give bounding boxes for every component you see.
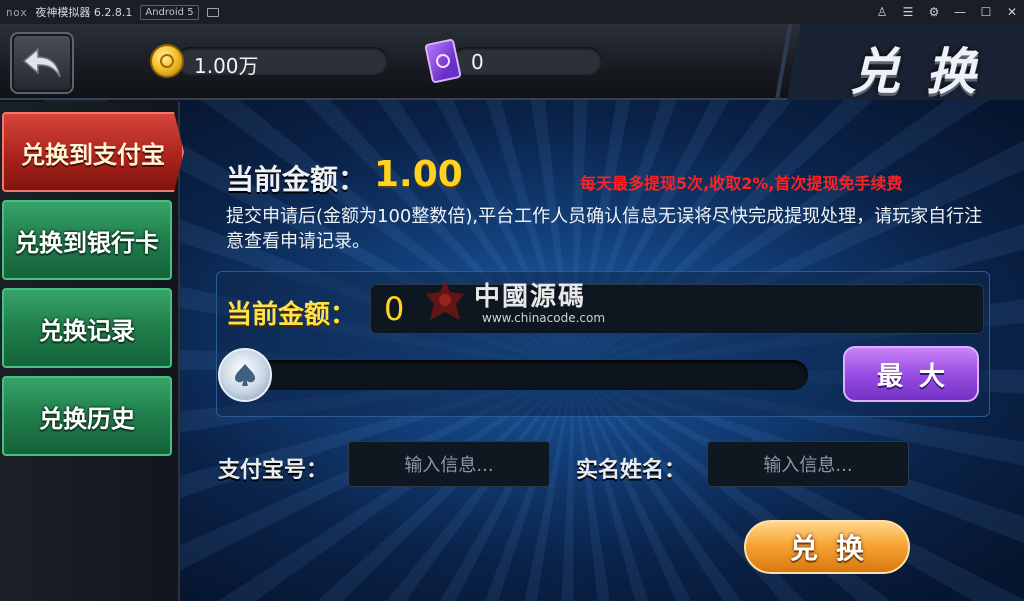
amount-slider-track[interactable] (236, 360, 808, 390)
amount-slider-knob[interactable] (218, 348, 272, 402)
withdraw-notice: 每天最多提现5次,收取2%,首次提现免手续费 (580, 174, 903, 193)
back-button[interactable] (10, 32, 74, 94)
watermark-text: 中國源碼 (474, 282, 587, 312)
close-icon[interactable]: ✕ (1006, 5, 1018, 19)
android-version-badge: Android 5 (140, 4, 199, 20)
top-header: 1.00万 0 兑换 (0, 24, 1024, 101)
emulator-title: 夜神模拟器 6.2.8.1 (35, 6, 133, 19)
shirt-icon[interactable]: ♙ (876, 5, 888, 19)
spade-icon (235, 364, 255, 386)
emulator-logo: nox (6, 5, 28, 19)
current-amount-label: 当前金额： (226, 163, 367, 196)
tab-exchange-alipay[interactable]: 兑换到支付宝 (2, 112, 184, 192)
watermark-url: www.chinacode.com (482, 311, 606, 325)
real-name-input[interactable]: 输入信息... (707, 441, 909, 487)
room-card-amount: 0 (471, 50, 484, 74)
gold-coin-icon (150, 44, 184, 78)
game-screen: 1.00万 0 兑换 兑换到支付宝 兑换到银行卡 兑换记录 兑换历史 当前金额：… (0, 24, 1024, 601)
real-name-label: 实名姓名： (576, 458, 687, 483)
room-card-icon (424, 38, 462, 84)
tab-exchange-history[interactable]: 兑换历史 (2, 376, 172, 456)
alipay-account-input[interactable]: 输入信息... (348, 441, 550, 487)
gear-icon[interactable]: ⚙ (928, 5, 940, 19)
window-controls: ♙ ☰ ⚙ — ☐ ✕ (876, 0, 1018, 24)
gold-amount: 1.00万 (194, 54, 259, 78)
current-amount-value: 1.00 (374, 154, 463, 195)
max-button[interactable]: 最大 (843, 346, 979, 402)
maximize-icon[interactable]: ☐ (980, 5, 992, 19)
description-text: 提交申请后(金额为100整数倍),平台工作人员确认信息无误将尽快完成提现处理，请… (226, 206, 983, 252)
back-arrow-icon (22, 47, 61, 78)
page-title: 兑换 (850, 43, 1002, 101)
menu-icon[interactable]: ☰ (902, 5, 914, 19)
keyboard-icon[interactable] (206, 7, 219, 17)
emulator-title-bar: nox 夜神模拟器 6.2.8.1 Android 5 ♙ ☰ ⚙ — ☐ ✕ (0, 0, 1024, 24)
exchange-submit-button[interactable]: 兑换 (744, 520, 910, 574)
sidebar: 兑换到支付宝 兑换到银行卡 兑换记录 兑换历史 (0, 102, 184, 601)
watermark-logo-icon (426, 280, 464, 320)
amount-label: 当前金额： (226, 300, 357, 330)
tab-exchange-records[interactable]: 兑换记录 (2, 288, 172, 368)
tab-exchange-bank-card[interactable]: 兑换到银行卡 (2, 200, 172, 280)
minimize-icon[interactable]: — (954, 5, 966, 19)
amount-value: 0 (384, 290, 405, 328)
alipay-account-label: 支付宝号： (218, 458, 329, 483)
